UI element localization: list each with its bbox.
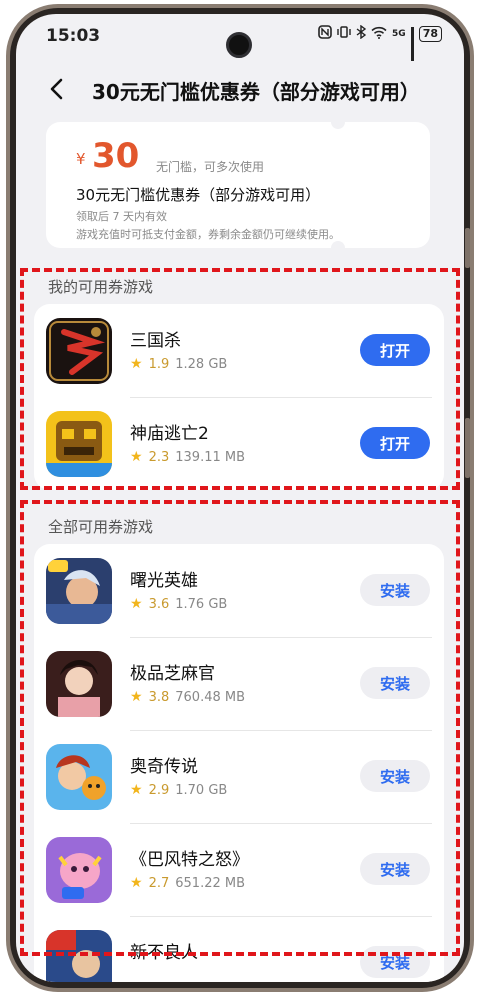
coupon-card: ¥ 30 无门槛，可多次使用 30元无门槛优惠券（部分游戏可用） 领取后 7 天… (46, 115, 430, 255)
battery-icon: 78 (418, 26, 442, 42)
back-arrow-icon (50, 78, 63, 100)
status-time: 15:03 (46, 26, 101, 46)
power-button (465, 418, 470, 478)
all-games-highlight-box (20, 500, 460, 956)
bluetooth-icon (356, 24, 367, 43)
wifi-icon (371, 26, 387, 43)
coupon-notch-bottom (331, 241, 345, 255)
status-bar: 15:03 5G 78 (16, 14, 464, 61)
vibrate-icon (337, 25, 351, 43)
coupon-amount: 30 (92, 136, 140, 176)
coupon-condition: 无门槛，可多次使用 (156, 160, 265, 174)
coupon-currency: ¥ (76, 150, 86, 168)
status-icons: 5G 78 (318, 24, 442, 61)
back-button[interactable] (46, 76, 70, 102)
network-type-label: 5G (392, 29, 406, 39)
signal-icon (410, 27, 414, 61)
coupon-description: 游戏充值时可抵支付金额，券剩余金额仍可继续使用。 (76, 228, 340, 241)
coupon-notch-top (331, 115, 345, 129)
coupon-title: 30元无门槛优惠券（部分游戏可用） (76, 186, 321, 204)
coupon-validity: 领取后 7 天内有效 (76, 210, 167, 223)
nfc-icon (318, 25, 332, 43)
front-camera (226, 32, 252, 58)
volume-button (465, 228, 470, 268)
my-games-highlight-box (20, 268, 460, 490)
page-title: 30元无门槛优惠券（部分游戏可用） (92, 80, 420, 104)
header: 30元无门槛优惠券（部分游戏可用） (16, 68, 464, 112)
